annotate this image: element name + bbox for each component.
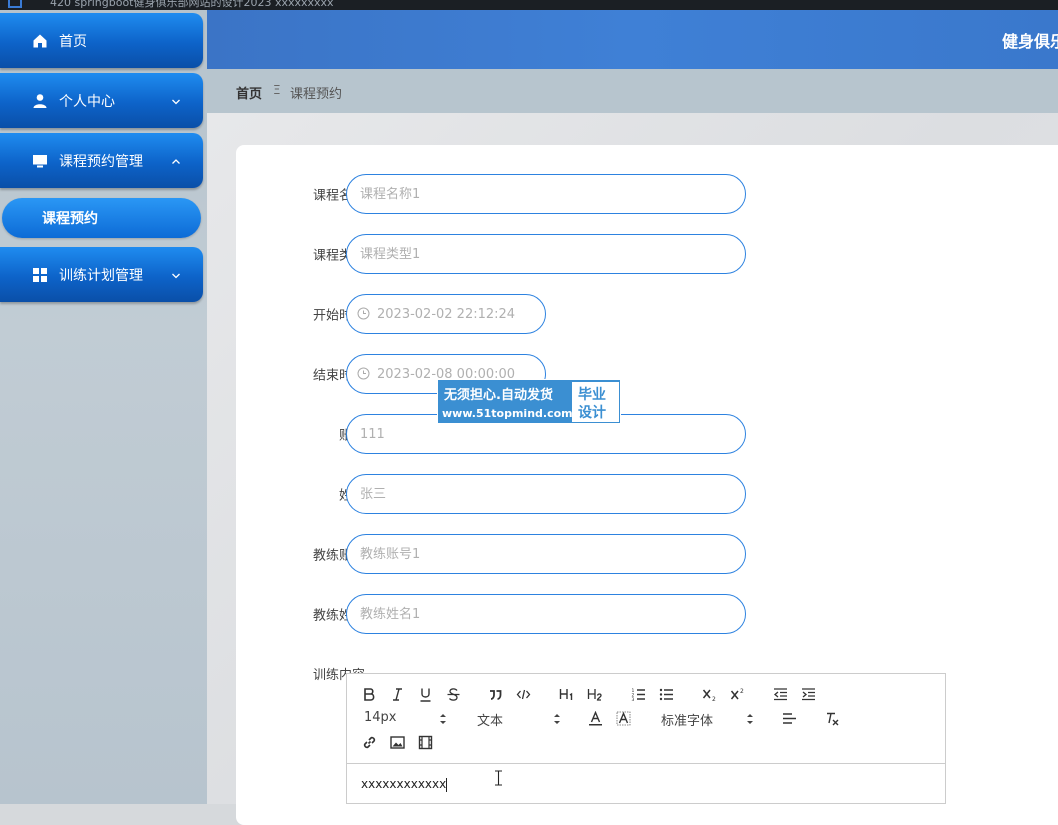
select-arrows-icon xyxy=(553,712,561,726)
app-icon xyxy=(8,0,22,8)
sidebar-item-personal-center[interactable]: 个人中心 xyxy=(0,73,203,128)
sidebar-item-label: 首页 xyxy=(59,33,87,50)
form-row-start-time: 开始时间 xyxy=(236,294,1058,334)
breadcrumb: 首页 Ξ 课程预约 xyxy=(207,69,1058,114)
image-icon[interactable] xyxy=(388,733,406,751)
background-color-icon[interactable] xyxy=(614,709,632,727)
watermark-badge: 毕业 设计 xyxy=(572,382,619,422)
clock-icon xyxy=(357,307,370,320)
svg-text:3: 3 xyxy=(631,697,634,702)
clock-icon xyxy=(357,367,370,380)
outdent-icon[interactable] xyxy=(771,685,789,703)
watermark-badge-line2: 设计 xyxy=(578,405,606,421)
italic-icon[interactable] xyxy=(388,685,406,703)
format-value: 文本 xyxy=(477,714,504,729)
chevron-up-icon xyxy=(171,156,181,166)
clear-format-icon[interactable] xyxy=(823,709,841,727)
underline-icon[interactable] xyxy=(416,685,434,703)
select-arrows-icon xyxy=(746,712,754,726)
svg-text:2: 2 xyxy=(712,696,716,702)
bold-icon[interactable] xyxy=(360,685,378,703)
window-titlebar: 420 springboot健身俱乐部网站的设计2023 xxxxxxxxx xyxy=(0,0,1058,10)
text-caret xyxy=(446,777,448,792)
user-icon xyxy=(32,93,48,109)
subscript-icon[interactable]: 2 xyxy=(700,685,718,703)
breadcrumb-current: 课程预约 xyxy=(290,87,343,102)
format-select[interactable]: 文本 xyxy=(477,710,562,729)
site-title: 健身俱乐 xyxy=(1002,32,1058,51)
font-family-select[interactable]: 标准字体 xyxy=(661,710,756,729)
monitor-icon xyxy=(32,153,48,169)
sidebar-item-home[interactable]: 首页 xyxy=(0,13,203,68)
sidebar-item-label: 个人中心 xyxy=(59,93,115,110)
start-time-picker[interactable] xyxy=(346,294,546,334)
video-icon[interactable] xyxy=(416,733,434,751)
window-title: 420 springboot健身俱乐部网站的设计2023 xxxxxxxxx xyxy=(50,0,334,9)
link-icon[interactable] xyxy=(360,733,378,751)
home-icon xyxy=(32,33,48,49)
sidebar-item-label: 课程预约管理 xyxy=(59,153,143,170)
sidebar-subitem-course-booking[interactable]: 课程预约 xyxy=(2,198,201,238)
editor-toolbar: 123 2 2 14px 文本 标准字体 xyxy=(347,674,945,764)
form-row-coach-account: 教练账号 xyxy=(236,534,1058,574)
font-size-select[interactable]: 14px xyxy=(364,710,449,728)
course-type-input[interactable] xyxy=(346,234,746,274)
form-row-account: 账号 xyxy=(236,414,1058,454)
strikethrough-icon[interactable] xyxy=(444,685,462,703)
course-name-input[interactable] xyxy=(346,174,746,214)
superscript-icon[interactable]: 2 xyxy=(728,685,746,703)
watermark-banner: 无须担心.自动发货 www.51topmind.com 毕业 设计 xyxy=(437,379,621,424)
font-color-icon[interactable] xyxy=(586,709,604,727)
code-icon[interactable] xyxy=(514,685,532,703)
grid-icon xyxy=(32,267,48,283)
editor-text: xxxxxxxxxxxx xyxy=(361,777,447,791)
form-row-course-type: 课程类型 xyxy=(236,234,1058,274)
watermark-line1: 无须担心.自动发货 xyxy=(444,388,553,403)
ordered-list-icon[interactable]: 123 xyxy=(629,685,647,703)
editor-content[interactable]: xxxxxxxxxxxx xyxy=(361,777,448,792)
font-size-value: 14px xyxy=(364,710,397,725)
coach-account-input[interactable] xyxy=(346,534,746,574)
chevron-down-icon xyxy=(171,96,181,106)
select-arrows-icon xyxy=(439,712,447,726)
svg-text:2: 2 xyxy=(740,688,744,695)
font-family-value: 标准字体 xyxy=(661,714,714,729)
form-row-coach-name: 教练姓名 xyxy=(236,594,1058,634)
sidebar-subitem-label: 课程预约 xyxy=(42,211,98,227)
sidebar-item-label: 训练计划管理 xyxy=(59,267,143,284)
watermark-badge-line1: 毕业 xyxy=(578,387,606,403)
blockquote-icon[interactable] xyxy=(486,685,504,703)
heading1-icon[interactable] xyxy=(557,685,575,703)
sidebar-item-training-plan-mgmt[interactable]: 训练计划管理 xyxy=(0,247,203,302)
heading2-icon[interactable] xyxy=(585,685,603,703)
bullet-list-icon[interactable] xyxy=(657,685,675,703)
form-row-course-name: 课程名称 xyxy=(236,174,1058,214)
coach-name-input[interactable] xyxy=(346,594,746,634)
name-input[interactable] xyxy=(346,474,746,514)
ibeam-cursor-icon xyxy=(494,770,503,786)
form-row-name: 姓名 xyxy=(236,474,1058,514)
sidebar: 首页 个人中心 课程预约管理 课程预约 训练计划管理 xyxy=(0,10,207,804)
breadcrumb-home[interactable]: 首页 xyxy=(236,83,262,102)
top-header: 健身俱乐 xyxy=(207,10,1058,69)
breadcrumb-separator: Ξ xyxy=(273,83,281,97)
align-left-icon[interactable] xyxy=(780,709,798,727)
watermark-line2: www.51topmind.com xyxy=(442,407,573,420)
sidebar-item-course-booking-mgmt[interactable]: 课程预约管理 xyxy=(0,133,203,188)
form-row-end-time: 结束时间 xyxy=(236,354,1058,394)
indent-icon[interactable] xyxy=(799,685,817,703)
rich-text-editor: 123 2 2 14px 文本 标准字体 xxxxxxxxxxxx xyxy=(346,673,946,804)
chevron-down-icon xyxy=(171,270,181,280)
